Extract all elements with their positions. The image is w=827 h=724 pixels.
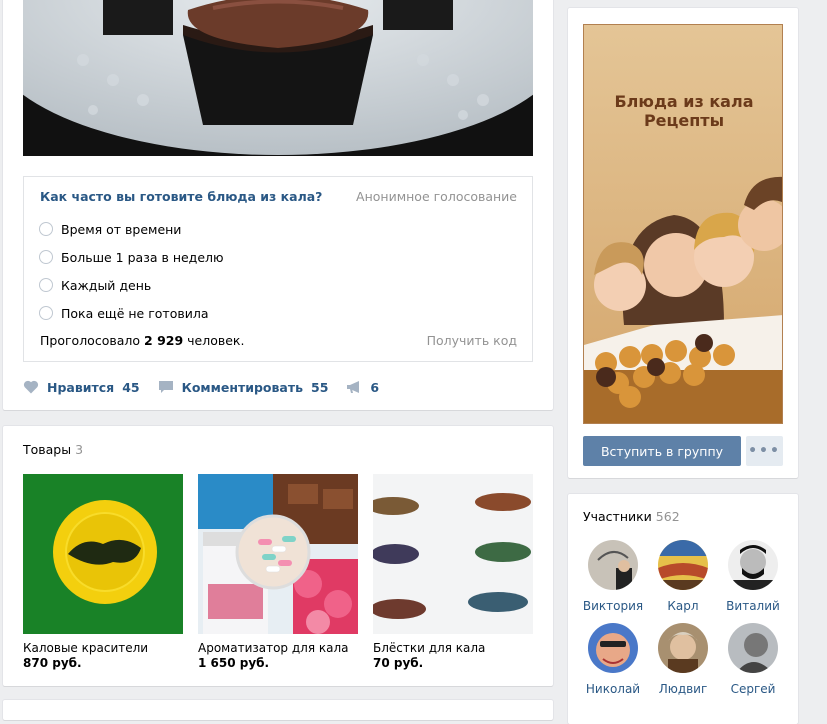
poll-option-label: Больше 1 раза в неделю [61,249,224,265]
comment-label: Комментировать [181,379,303,395]
member-name[interactable]: Людвиг [648,682,718,696]
like-label: Нравится [47,379,115,395]
ad-photo [584,25,782,423]
share-count: 6 [370,379,380,395]
avatar[interactable] [728,540,778,590]
members-count: 562 [655,509,680,524]
radio-button[interactable] [39,222,53,236]
next-card [3,700,553,720]
more-dots-icon[interactable]: ••• [746,436,783,466]
comment-count: 55 [311,379,329,395]
avatar[interactable] [588,623,638,673]
poll-option-label: Пока ещё не готовила [61,305,209,321]
product-image[interactable] [373,474,533,634]
member-item[interactable]: Виталий [718,540,788,613]
ad-title-line1: Блюда из кала [614,92,754,111]
poll-total: Проголосовало 2 929 человек. [40,333,244,348]
product-image[interactable] [23,474,183,634]
avatar[interactable] [658,623,708,673]
radio-button[interactable] [39,250,53,264]
radio-button[interactable] [39,278,53,292]
product-photo [23,474,183,634]
get-code-link[interactable]: Получить код [427,333,517,348]
poll-option[interactable]: Пока ещё не готовила [39,303,208,323]
product-name[interactable]: Блёстки для кала [373,641,533,655]
avatar[interactable] [588,540,638,590]
like-count: 45 [122,379,140,395]
member-item[interactable]: Виктория [578,540,648,613]
goods-title-label: Товары [23,442,72,457]
member-item[interactable]: Сергей [718,623,788,696]
member-name[interactable]: Виктория [578,599,648,613]
member-name[interactable]: Карл [648,599,718,613]
product-card[interactable]: Ароматизатор для кала 1 650 руб. [198,474,358,670]
poll-option[interactable]: Больше 1 раза в неделю [39,247,224,267]
share-button[interactable]: 6 [346,380,379,395]
product-name[interactable]: Ароматизатор для кала [198,641,358,655]
poll: Как часто вы готовите блюда из кала? Ано… [23,176,533,362]
goods-title[interactable]: Товары 3 [23,442,83,457]
post-image[interactable] [23,0,533,156]
member-item[interactable]: Карл [648,540,718,613]
product-photo [373,474,533,634]
members-title-label: Участники [583,509,652,524]
ad-title-line2: Рецепты [643,111,725,130]
poll-anonymous-label: Анонимное голосование [356,189,517,204]
poll-option-label: Время от времени [61,221,182,237]
radio-button[interactable] [39,306,53,320]
product-card[interactable]: Блёстки для кала 70 руб. [373,474,533,670]
heart-icon [23,380,39,394]
cupcake-photo [23,0,533,156]
ad-title: Блюда из кала Рецепты [584,92,782,130]
poll-total-suffix: человек. [187,333,245,348]
member-item[interactable]: Николай [578,623,648,696]
member-name[interactable]: Николай [578,682,648,696]
members-title[interactable]: Участники 562 [583,509,680,524]
product-price: 1 650 руб. [198,656,270,670]
product-card[interactable]: Каловые красители 870 руб. [23,474,183,670]
poll-question: Как часто вы готовите блюда из кала? [40,189,323,204]
product-name[interactable]: Каловые красители [23,641,183,655]
join-group-button[interactable]: Вступить в группу [583,436,741,466]
product-price: 70 руб. [373,656,424,670]
product-image[interactable] [198,474,358,634]
megaphone-icon [347,381,360,393]
product-photo [198,474,358,634]
comment-button[interactable]: Комментировать 55 [158,379,329,395]
poll-option-label: Каждый день [61,277,152,293]
poll-total-count: 2 929 [144,333,184,348]
goods-count: 3 [75,442,84,457]
avatar[interactable] [658,540,708,590]
product-price: 870 руб. [23,656,82,670]
post-actions: Нравится 45 Комментировать 55 6 [23,376,397,398]
ad-banner[interactable]: Блюда из кала Рецепты [583,24,783,424]
member-name[interactable]: Виталий [718,599,788,613]
comment-icon [158,381,173,393]
avatar[interactable] [728,623,778,673]
member-name[interactable]: Сергей [718,682,788,696]
poll-option[interactable]: Каждый день [39,275,151,295]
like-button[interactable]: Нравится 45 [23,380,140,395]
poll-total-prefix: Проголосовало [40,333,141,348]
member-item[interactable]: Людвиг [648,623,718,696]
poll-option[interactable]: Время от времени [39,219,181,239]
